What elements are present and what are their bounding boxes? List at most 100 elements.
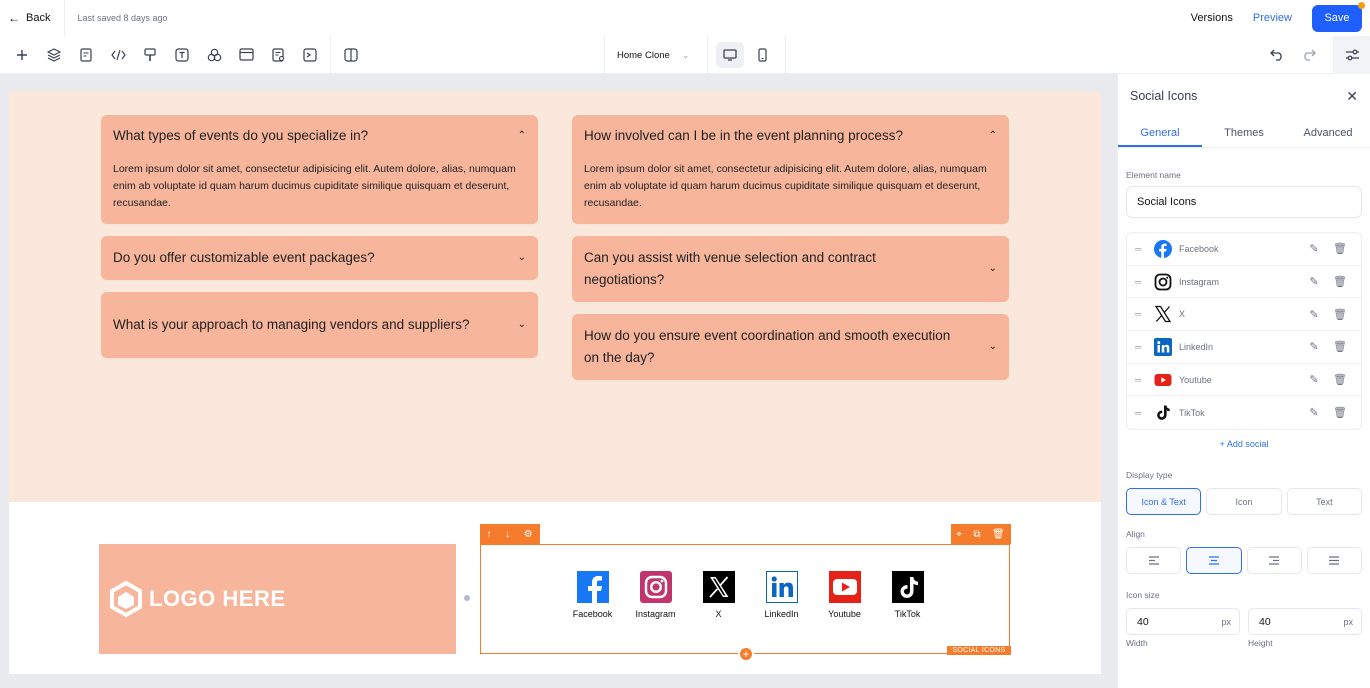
add-icon[interactable] (6, 36, 38, 74)
youtube-icon (828, 571, 861, 603)
social-list-item[interactable]: ═ X ✎ 🗑 (1127, 298, 1361, 332)
duplicate-icon[interactable]: ⧉ (973, 529, 980, 540)
settings-sliders-icon[interactable] (1334, 36, 1370, 74)
versions-link[interactable]: Versions (1191, 12, 1233, 24)
pencil-icon[interactable]: ✎ (1301, 308, 1327, 321)
preview-link[interactable]: Preview (1253, 12, 1292, 24)
add-block-button[interactable]: + (738, 646, 754, 662)
faq-item[interactable]: What is your approach to managing vendor… (101, 292, 538, 358)
chevron-down-icon[interactable]: ⌄ (989, 258, 997, 280)
drag-handle-icon[interactable]: ═ (1135, 408, 1153, 418)
chevron-down-icon[interactable]: ⌄ (989, 336, 997, 358)
drag-handle-icon[interactable]: ═ (1135, 309, 1153, 319)
social-item-facebook[interactable]: Facebook (561, 571, 624, 619)
tab-themes[interactable]: Themes (1202, 118, 1286, 147)
pencil-icon[interactable]: ✎ (1301, 373, 1327, 386)
pages-icon[interactable] (70, 36, 102, 74)
social-label: Facebook (572, 609, 613, 619)
social-item-youtube[interactable]: Youtube (813, 571, 876, 619)
social-list-item[interactable]: ═ LinkedIn ✎ 🗑 (1127, 331, 1361, 364)
drag-handle-icon[interactable]: ⌖ (956, 529, 962, 540)
chevron-up-icon[interactable]: ⌃ (518, 125, 526, 147)
faq-section[interactable]: What types of events do you specialize i… (9, 91, 1101, 502)
faq-item[interactable]: Do you offer customizable event packages… (101, 236, 538, 280)
align-left-icon[interactable] (1126, 547, 1182, 575)
section-icon[interactable] (230, 36, 262, 74)
tab-general[interactable]: General (1118, 118, 1202, 147)
social-icons-block[interactable]: ↑ ↓ ⚙ ⌖ ⧉ 🗑 Facebook Instagram X LinkedI… (479, 524, 1011, 662)
social-item-x[interactable]: X (687, 571, 750, 619)
faq-item[interactable]: How do you ensure event coordination and… (572, 314, 1009, 380)
desktop-icon[interactable] (716, 42, 744, 68)
facebook-icon (1153, 239, 1173, 259)
pencil-icon[interactable]: ✎ (1301, 275, 1327, 288)
trash-icon[interactable]: 🗑 (1327, 406, 1353, 419)
logo-text: LOGO HERE (149, 586, 286, 611)
forms-icon[interactable] (262, 36, 294, 74)
arrow-up-icon[interactable]: ↑ (486, 529, 491, 540)
icon-width-input[interactable]: 40 px (1126, 608, 1240, 636)
faq-item[interactable]: What types of events do you specialize i… (101, 115, 538, 224)
align-justify-icon[interactable] (1306, 547, 1362, 575)
display-type-text[interactable]: Text (1286, 488, 1362, 516)
pencil-icon[interactable]: ✎ (1301, 242, 1327, 255)
footer-section[interactable]: LOGO HERE ↑ ↓ ⚙ ⌖ ⧉ 🗑 Facebook Instagram… (9, 502, 1101, 674)
logo-placeholder[interactable]: LOGO HERE (99, 544, 456, 654)
back-button[interactable]: ← Back (0, 0, 66, 36)
trash-icon[interactable]: 🗑 (1327, 340, 1353, 353)
faq-question: Can you assist with venue selection and … (584, 250, 876, 287)
display-type-icon-text[interactable]: Icon & Text (1126, 488, 1202, 516)
social-list-item[interactable]: ═ Youtube ✎ 🗑 (1127, 364, 1361, 397)
components-icon[interactable] (198, 36, 230, 74)
icon-height-input[interactable]: 40 px (1248, 608, 1362, 636)
trash-icon[interactable]: 🗑 (1327, 373, 1353, 386)
social-list-item[interactable]: ═ TikTok ✎ 🗑 (1127, 396, 1361, 429)
editor-toolbar: Home Clone ⌄ (0, 35, 1370, 74)
display-type-icon[interactable]: Icon (1206, 488, 1282, 516)
properties-panel: Social Icons ✕ General Themes Advanced E… (1117, 74, 1370, 688)
social-list-item[interactable]: ═ Facebook ✎ 🗑 (1127, 233, 1361, 266)
drag-handle-icon[interactable]: ═ (1135, 375, 1153, 385)
save-button[interactable]: Save (1312, 1, 1365, 32)
columns-icon[interactable] (335, 36, 367, 74)
pencil-icon[interactable]: ✎ (1301, 406, 1327, 419)
align-center-icon[interactable] (1186, 547, 1242, 575)
trash-icon[interactable]: 🗑 (1327, 308, 1353, 321)
tiktok-icon (1153, 403, 1173, 423)
close-icon[interactable]: ✕ (1346, 88, 1358, 105)
chevron-up-icon[interactable]: ⌃ (989, 125, 997, 147)
page-selector[interactable]: Home Clone ⌄ (604, 36, 708, 74)
faq-item[interactable]: How involved can I be in the event plann… (572, 115, 1009, 224)
media-icon[interactable] (294, 36, 326, 74)
brush-icon[interactable] (134, 36, 166, 74)
social-list-item[interactable]: ═ Instagram ✎ 🗑 (1127, 266, 1361, 299)
mobile-icon[interactable] (748, 42, 776, 68)
drop-handle[interactable] (464, 595, 470, 601)
text-icon[interactable] (166, 36, 198, 74)
chevron-down-icon[interactable]: ⌄ (518, 314, 526, 336)
tab-advanced[interactable]: Advanced (1286, 118, 1370, 147)
trash-icon[interactable]: 🗑 (1327, 242, 1353, 255)
pencil-icon[interactable]: ✎ (1301, 340, 1327, 353)
last-saved-text: Last saved 8 days ago (77, 13, 168, 23)
gear-icon[interactable]: ⚙ (524, 529, 533, 540)
editor-canvas[interactable]: What types of events do you specialize i… (0, 74, 1117, 688)
social-item-linkedin[interactable]: LinkedIn (750, 571, 813, 619)
trash-icon[interactable]: 🗑 (1327, 275, 1353, 288)
add-social-button[interactable]: + Add social (1118, 439, 1370, 449)
align-right-icon[interactable] (1246, 547, 1302, 575)
element-name-input[interactable]: Social Icons (1126, 186, 1362, 218)
trash-icon[interactable]: 🗑 (992, 529, 1005, 540)
drag-handle-icon[interactable]: ═ (1135, 244, 1153, 254)
faq-item[interactable]: Can you assist with venue selection and … (572, 236, 1009, 302)
social-item-instagram[interactable]: Instagram (624, 571, 687, 619)
code-icon[interactable] (102, 36, 134, 74)
arrow-down-icon[interactable]: ↓ (505, 529, 510, 540)
redo-icon[interactable] (1293, 36, 1325, 74)
layers-icon[interactable] (38, 36, 70, 74)
drag-handle-icon[interactable]: ═ (1135, 342, 1153, 352)
undo-icon[interactable] (1261, 36, 1293, 74)
chevron-down-icon[interactable]: ⌄ (518, 247, 526, 269)
social-item-tiktok[interactable]: TikTok (876, 571, 939, 619)
drag-handle-icon[interactable]: ═ (1135, 277, 1153, 287)
